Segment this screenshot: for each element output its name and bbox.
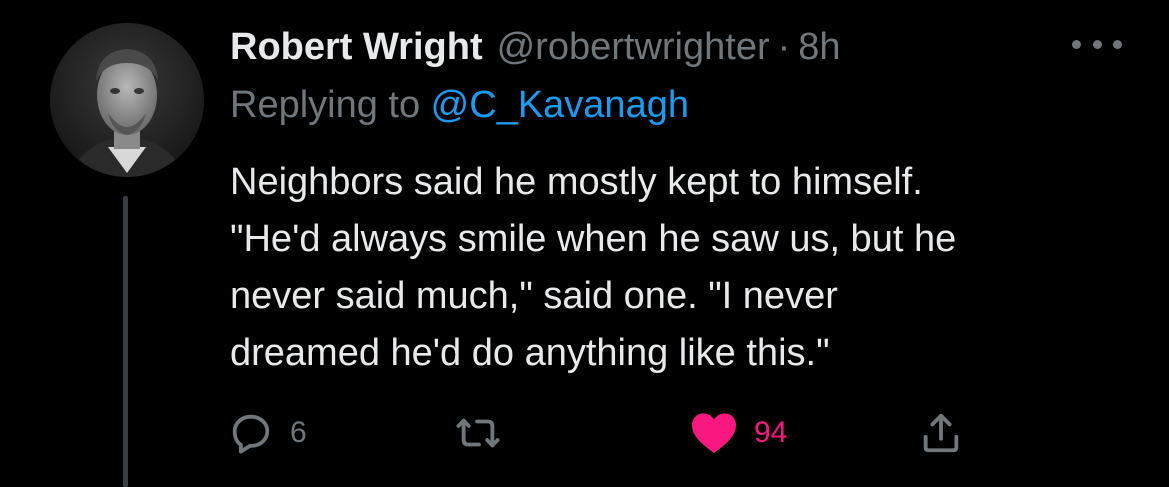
reply-mention-link[interactable]: @C_Kavanagh	[431, 84, 689, 126]
thread-line	[123, 196, 128, 487]
like-button[interactable]: 94	[690, 410, 787, 456]
avatar[interactable]	[50, 23, 204, 177]
reply-icon	[232, 414, 270, 454]
heart-icon	[692, 413, 736, 453]
retweet-button[interactable]	[454, 410, 518, 456]
profile-photo-icon	[50, 23, 204, 177]
reply-button[interactable]: 6	[228, 410, 307, 456]
more-dot-icon	[1092, 39, 1102, 49]
reply-count: 6	[290, 416, 307, 449]
more-dot-icon	[1113, 39, 1122, 49]
replying-to: Replying to @C_Kavanagh	[230, 82, 689, 128]
display-name[interactable]: Robert Wright	[230, 24, 483, 70]
tweet-text: Neighbors said he mostly kept to himself…	[230, 161, 957, 374]
tweet-header: Robert Wright @robertwrighter · 8h	[230, 24, 841, 70]
more-dot-icon	[1072, 39, 1081, 49]
timestamp[interactable]: 8h	[798, 24, 840, 70]
share-button[interactable]	[918, 410, 964, 456]
tweet[interactable]: Robert Wright @robertwrighter · 8h Reply…	[0, 0, 1169, 487]
user-handle[interactable]: @robertwrighter	[497, 24, 770, 70]
separator: ·	[777, 26, 791, 68]
more-options-button[interactable]	[1072, 34, 1122, 54]
retweet-icon	[456, 418, 500, 448]
like-count: 94	[754, 416, 788, 449]
share-icon	[923, 413, 959, 453]
replying-prefix: Replying to	[230, 84, 431, 126]
